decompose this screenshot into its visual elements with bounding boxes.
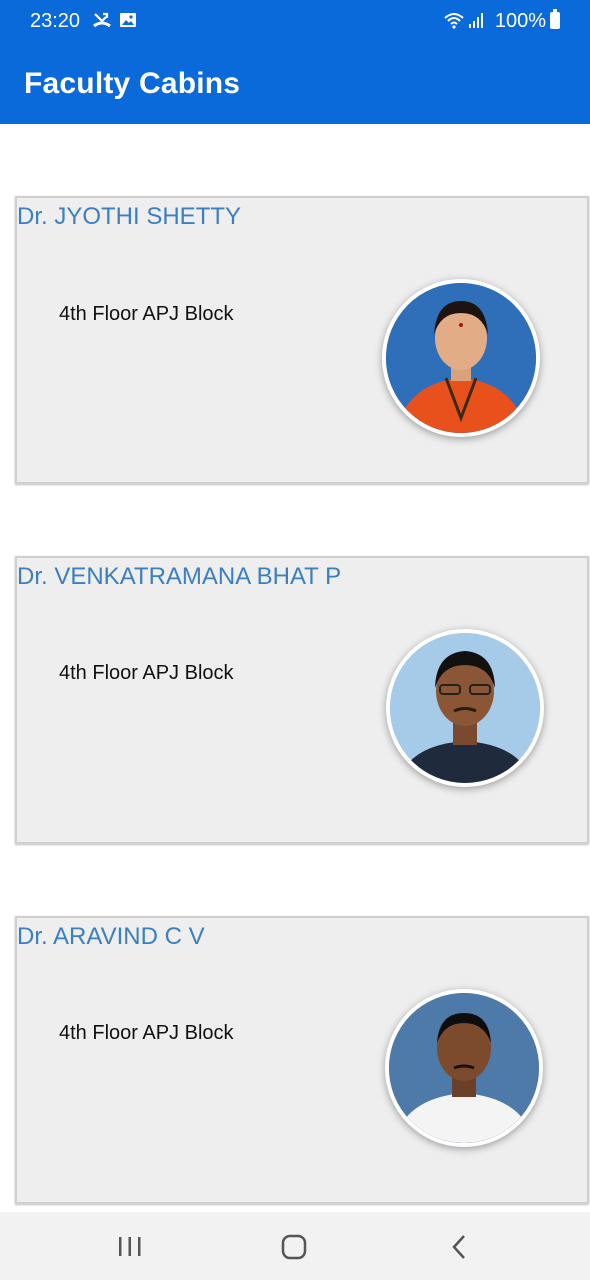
faculty-location: 4th Floor APJ Block: [59, 662, 234, 684]
recents-icon[interactable]: [110, 1232, 150, 1262]
back-icon[interactable]: [440, 1232, 480, 1262]
signal-icon: [467, 10, 487, 35]
status-bar: 23:20 100%: [0, 0, 590, 44]
faculty-photo: [379, 622, 551, 794]
faculty-photo: [378, 982, 550, 1154]
wifi-icon: [443, 10, 465, 35]
faculty-card[interactable]: Dr. VENKATRAMANA BHAT P 4th Floor APJ Bl…: [15, 556, 589, 844]
faculty-location: 4th Floor APJ Block: [59, 1022, 234, 1044]
battery-icon: [550, 9, 560, 29]
battery-level: 100%: [494, 10, 546, 32]
system-nav-bar: [0, 1212, 590, 1280]
faculty-card[interactable]: Dr. JYOTHI SHETTY 4th Floor APJ Block: [15, 196, 589, 484]
status-time: 23:20: [30, 10, 81, 32]
app-header: 23:20 100% Faculty Cabins: [0, 0, 590, 124]
image-icon: [118, 10, 138, 35]
faculty-name: Dr. VENKATRAMANA BHAT P: [17, 563, 342, 590]
faculty-location: 4th Floor APJ Block: [59, 303, 234, 325]
faculty-name: Dr. JYOTHI SHETTY: [17, 203, 242, 230]
faculty-name: Dr. ARAVIND C V: [17, 923, 205, 950]
faculty-photo: [375, 272, 547, 444]
page-title: Faculty Cabins: [24, 67, 241, 100]
missed-call-icon: [92, 10, 112, 35]
home-icon[interactable]: [274, 1232, 314, 1262]
faculty-card[interactable]: Dr. ARAVIND C V 4th Floor APJ Block: [15, 916, 589, 1204]
